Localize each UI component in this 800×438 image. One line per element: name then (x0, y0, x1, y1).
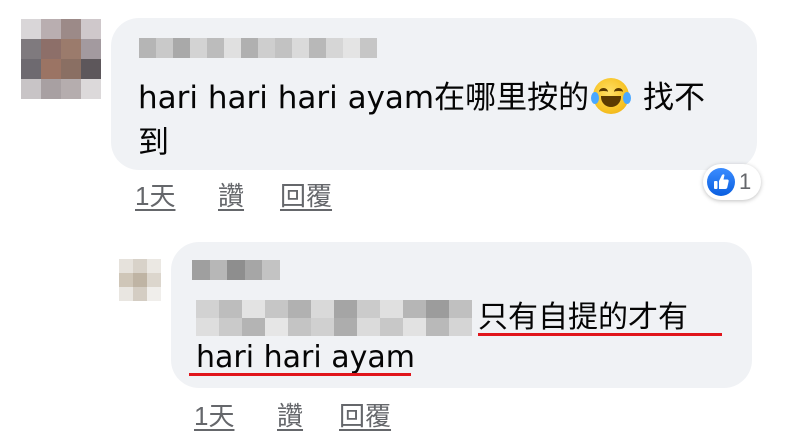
comment-text: hari hari hari ayam在哪里按的 找不 (138, 76, 738, 120)
reaction-count: 1 (739, 169, 752, 194)
reply-commenter-name[interactable] (192, 260, 280, 280)
reply-button[interactable]: 回覆 (280, 176, 332, 213)
commenter-name[interactable] (139, 38, 377, 58)
avatar[interactable] (21, 19, 101, 99)
like-button[interactable]: 讚 (218, 176, 244, 213)
comment-text-line1-tail: 找不 (642, 80, 705, 116)
comment-text-line2: 到 (138, 125, 169, 161)
comment-timestamp-link[interactable]: 1天 (135, 176, 175, 213)
comment-text-line1: hari hari hari ayam在哪里按的 (138, 80, 590, 116)
highlight-underline (478, 333, 722, 336)
reply-reply-button[interactable]: 回覆 (339, 396, 391, 433)
reaction-summary[interactable]: 1 (703, 164, 761, 200)
like-icon (707, 168, 735, 196)
reply-avatar[interactable] (119, 259, 161, 301)
mention-tag[interactable] (196, 300, 472, 336)
reply-like-button[interactable]: 讚 (277, 396, 303, 433)
highlight-underline (189, 373, 411, 376)
face-with-tears-of-joy-icon (591, 78, 632, 114)
reply-timestamp-link[interactable]: 1天 (194, 396, 234, 433)
